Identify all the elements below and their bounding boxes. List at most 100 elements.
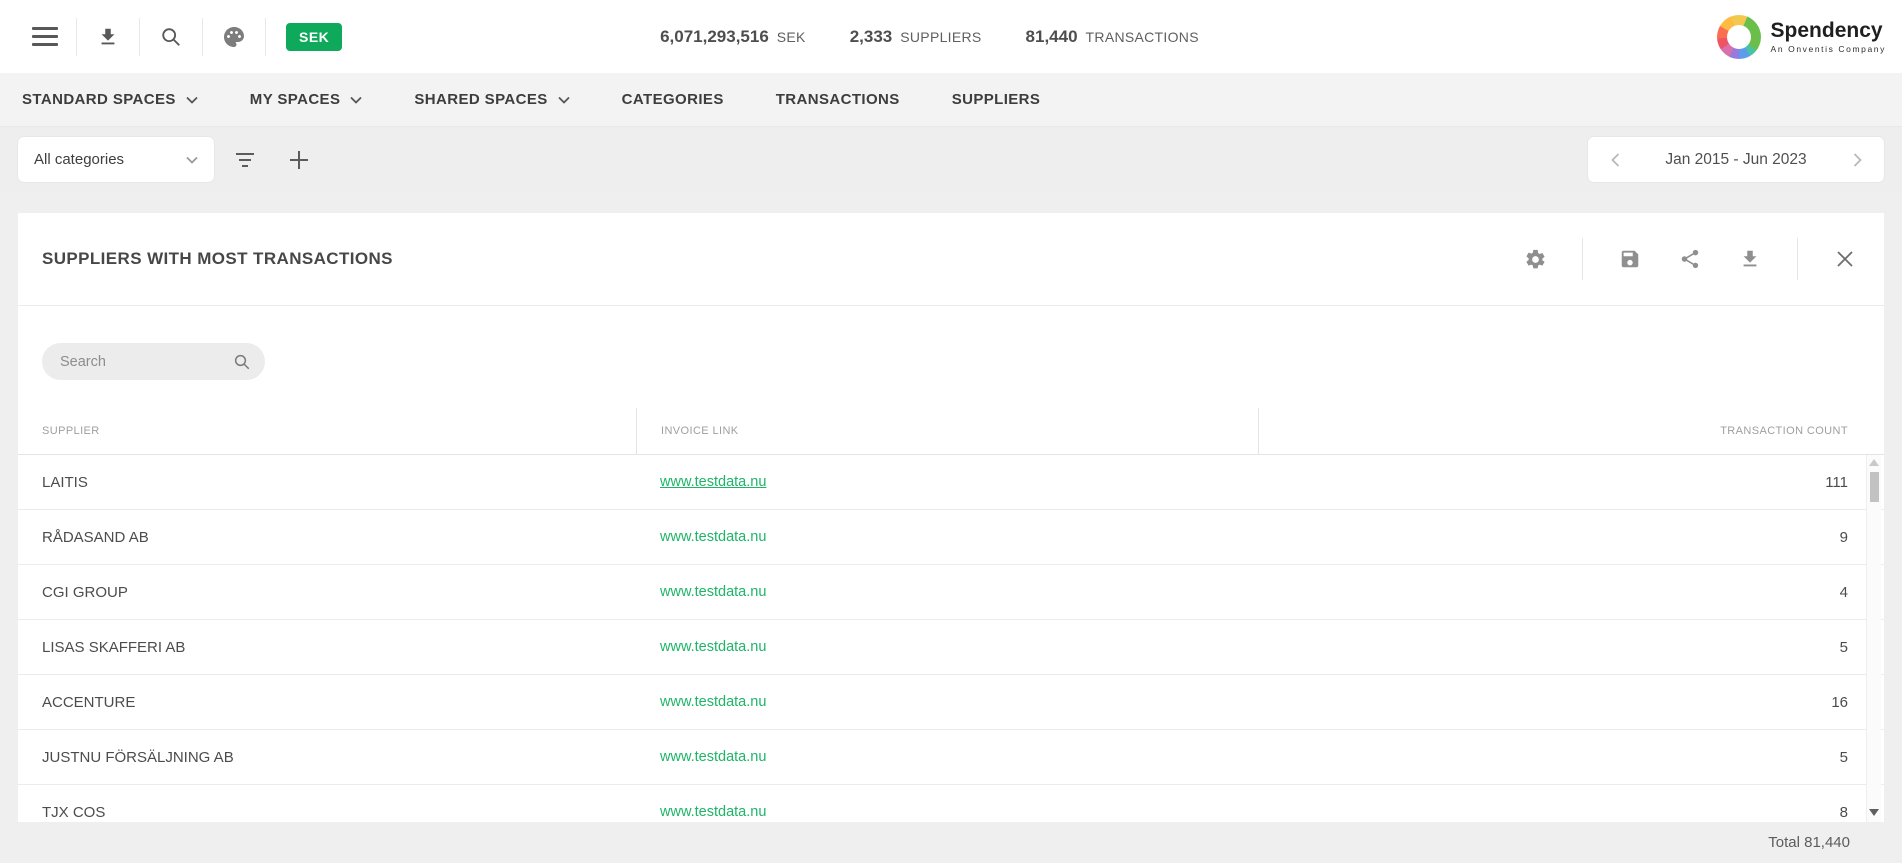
close-widget-button[interactable]: [1832, 246, 1858, 272]
divider: [265, 18, 266, 56]
save-icon: [1619, 248, 1641, 270]
share-button[interactable]: [1677, 246, 1703, 272]
spendency-logo-icon: [1717, 15, 1761, 59]
filter-bar: All categories Jan 2015 - Jun 2023: [0, 127, 1902, 192]
invoice-link-cell: www.testdata.nu: [636, 638, 1258, 656]
invoice-link-cell: www.testdata.nu: [636, 693, 1258, 711]
table-header: SUPPLIER INVOICE LINK TRANSACTION COUNT: [18, 408, 1884, 455]
vertical-scrollbar[interactable]: [1866, 455, 1881, 822]
main-nav: STANDARD SPACES MY SPACES SHARED SPACES …: [0, 73, 1902, 127]
nav-label: TRANSACTIONS: [776, 91, 900, 108]
add-filter-button[interactable]: [276, 137, 322, 182]
date-range-next-button[interactable]: [1844, 145, 1870, 175]
brand-name: Spendency: [1771, 20, 1886, 41]
download-button[interactable]: [77, 13, 139, 61]
invoice-link-cell: www.testdata.nu: [636, 528, 1258, 546]
transaction-count: 5: [1258, 639, 1884, 656]
stat-value: 81,440: [1026, 27, 1078, 47]
table-row[interactable]: LAITIS www.testdata.nu 111: [18, 455, 1884, 510]
stat-transactions: 81,440 TRANSACTIONS: [1026, 27, 1199, 47]
brand-logo: Spendency An Onventis Company: [1717, 15, 1902, 59]
suppliers-widget: SUPPLIERS WITH MOST TRANSACTIONS: [18, 213, 1884, 822]
table-row[interactable]: CGI GROUP www.testdata.nu 4: [18, 565, 1884, 620]
invoice-link[interactable]: www.testdata.nu: [660, 529, 766, 545]
menu-button[interactable]: [14, 13, 76, 61]
search-icon: [233, 353, 251, 371]
nav-label: CATEGORIES: [622, 91, 724, 108]
summary-stats: 6,071,293,516 SEK 2,333 SUPPLIERS 81,440…: [660, 27, 1199, 47]
invoice-link[interactable]: www.testdata.nu: [660, 749, 766, 765]
column-header-transaction-count[interactable]: TRANSACTION COUNT: [1258, 408, 1884, 455]
supplier-name: LISAS SKAFFERI AB: [18, 639, 636, 656]
chevron-right-icon: [1853, 153, 1862, 167]
stat-suppliers: 2,333 SUPPLIERS: [850, 27, 982, 47]
chevron-down-icon: [350, 96, 362, 104]
supplier-name: JUSTNU FÖRSÄLJNING AB: [18, 749, 636, 766]
nav-transactions[interactable]: TRANSACTIONS: [776, 91, 900, 108]
search-input[interactable]: [60, 354, 210, 370]
search-icon: [160, 26, 182, 48]
invoice-link[interactable]: www.testdata.nu: [660, 474, 766, 490]
table-row[interactable]: TJX COS www.testdata.nu 8: [18, 785, 1884, 822]
supplier-name: CGI GROUP: [18, 584, 636, 601]
nav-label: STANDARD SPACES: [22, 91, 176, 108]
toolbar-icons: SEK: [0, 13, 342, 61]
nav-label: SHARED SPACES: [414, 91, 547, 108]
share-icon: [1679, 248, 1701, 270]
currency-badge[interactable]: SEK: [286, 23, 342, 51]
search-button[interactable]: [140, 13, 202, 61]
table-row[interactable]: LISAS SKAFFERI AB www.testdata.nu 5: [18, 620, 1884, 675]
scroll-down-icon[interactable]: [1869, 809, 1879, 816]
supplier-name: TJX COS: [18, 804, 636, 821]
category-selector[interactable]: All categories: [18, 137, 214, 182]
export-button[interactable]: [1737, 246, 1763, 272]
invoice-link[interactable]: www.testdata.nu: [660, 694, 766, 710]
chevron-left-icon: [1611, 153, 1620, 167]
nav-standard-spaces[interactable]: STANDARD SPACES: [22, 91, 198, 108]
widget-title: SUPPLIERS WITH MOST TRANSACTIONS: [42, 249, 393, 269]
transaction-count: 16: [1258, 694, 1884, 711]
stat-value: 2,333: [850, 27, 893, 47]
brand-tagline: An Onventis Company: [1771, 45, 1886, 54]
invoice-link[interactable]: www.testdata.nu: [660, 584, 766, 600]
close-icon: [1835, 249, 1855, 269]
settings-button[interactable]: [1522, 246, 1548, 272]
filter-icon: [236, 153, 254, 167]
nav-shared-spaces[interactable]: SHARED SPACES: [414, 91, 569, 108]
category-selector-value: All categories: [34, 151, 124, 168]
transaction-count: 4: [1258, 584, 1884, 601]
export-icon: [1739, 248, 1761, 270]
nav-suppliers[interactable]: SUPPLIERS: [952, 91, 1041, 108]
invoice-link-cell: www.testdata.nu: [636, 473, 1258, 491]
transaction-count: 9: [1258, 529, 1884, 546]
date-range-prev-button[interactable]: [1602, 145, 1628, 175]
theme-button[interactable]: [203, 13, 265, 61]
filter-button[interactable]: [222, 137, 268, 182]
gear-icon: [1524, 248, 1547, 271]
divider: [1582, 238, 1583, 280]
spendency-app: SEK 6,071,293,516 SEK 2,333 SUPPLIERS 81…: [0, 0, 1902, 863]
supplier-name: RÅDASAND AB: [18, 529, 636, 546]
stat-total-spend: 6,071,293,516 SEK: [660, 27, 806, 47]
scrollbar-thumb[interactable]: [1870, 472, 1879, 502]
stat-label: TRANSACTIONS: [1086, 29, 1199, 45]
column-header-invoice-link[interactable]: INVOICE LINK: [636, 408, 1258, 455]
column-header-supplier[interactable]: SUPPLIER: [18, 425, 636, 437]
scroll-up-icon[interactable]: [1869, 459, 1879, 466]
chevron-down-icon: [558, 96, 570, 104]
invoice-link[interactable]: www.testdata.nu: [660, 639, 766, 655]
search-box[interactable]: [42, 343, 265, 380]
supplier-name: ACCENTURE: [18, 694, 636, 711]
total-count: Total 81,440: [1768, 834, 1850, 851]
table-row[interactable]: ACCENTURE www.testdata.nu 16: [18, 675, 1884, 730]
date-range-picker[interactable]: Jan 2015 - Jun 2023: [1588, 137, 1884, 182]
nav-my-spaces[interactable]: MY SPACES: [250, 91, 363, 108]
nav-categories[interactable]: CATEGORIES: [622, 91, 724, 108]
invoice-link-cell: www.testdata.nu: [636, 803, 1258, 821]
invoice-link[interactable]: www.testdata.nu: [660, 804, 766, 820]
chevron-down-icon: [186, 96, 198, 104]
widget-actions: [1522, 238, 1858, 280]
save-button[interactable]: [1617, 246, 1643, 272]
table-row[interactable]: RÅDASAND AB www.testdata.nu 9: [18, 510, 1884, 565]
table-row[interactable]: JUSTNU FÖRSÄLJNING AB www.testdata.nu 5: [18, 730, 1884, 785]
